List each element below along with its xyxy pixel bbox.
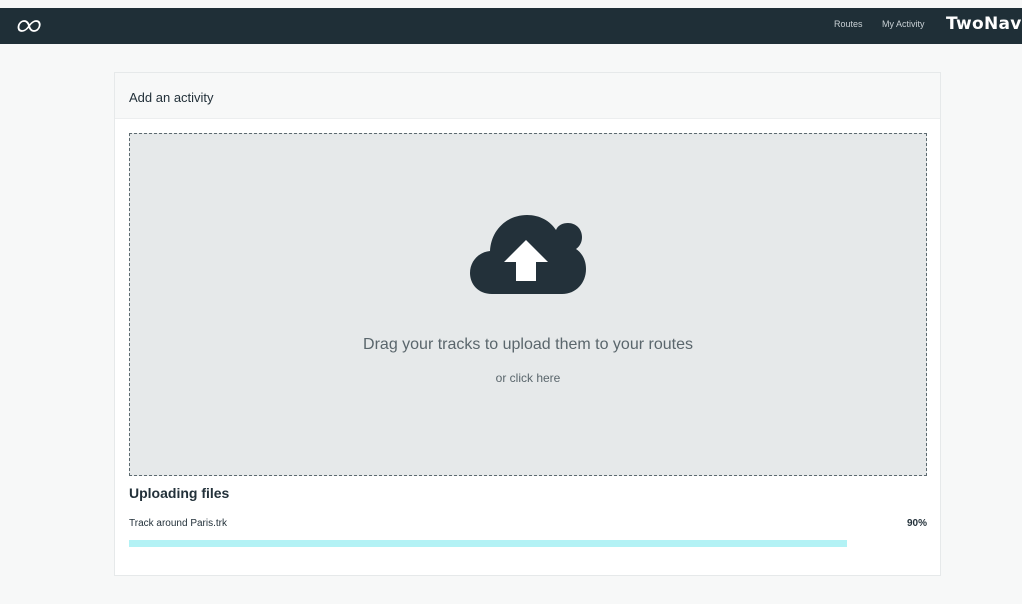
upload-file-name: Track around Paris.trk [129, 518, 227, 529]
upload-progress-bar [129, 540, 927, 547]
card-title: Add an activity [129, 90, 214, 105]
infinity-logo-icon[interactable] [13, 17, 43, 35]
upload-dropzone[interactable]: Drag your tracks to upload them to your … [129, 133, 927, 476]
card-header: Add an activity [115, 73, 940, 119]
upload-progress-fill [129, 540, 848, 547]
brand-logo[interactable]: TwoNav [946, 14, 1022, 34]
nav-routes-link[interactable]: Routes [834, 19, 863, 29]
add-activity-card: Add an activity Drag your tracks to uplo… [114, 72, 941, 576]
click-here-link[interactable]: or click here [130, 371, 926, 385]
nav-my-activity-link[interactable]: My Activity [882, 19, 925, 29]
upload-percent: 90% [906, 518, 927, 529]
top-navbar: Routes My Activity TwoNav [0, 8, 1022, 44]
dropzone-instruction: Drag your tracks to upload them to your … [363, 336, 693, 353]
uploading-files-heading: Uploading files [129, 485, 230, 501]
cloud-upload-icon [470, 215, 586, 294]
